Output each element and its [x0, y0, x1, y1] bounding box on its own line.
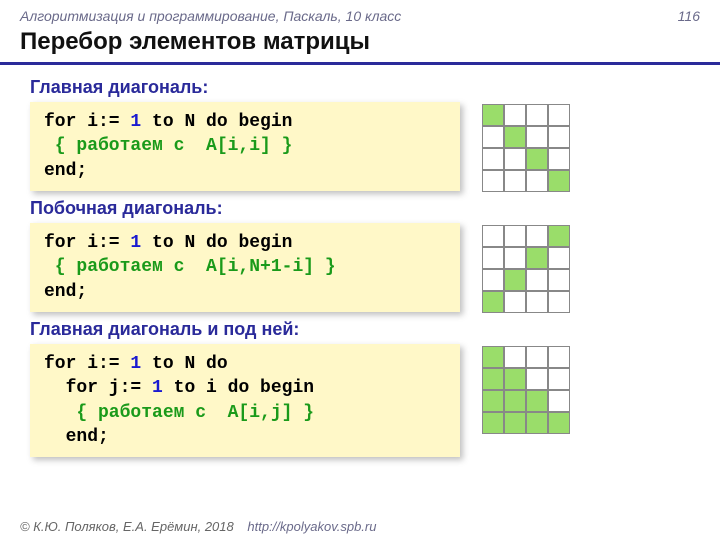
grid-cell [526, 126, 548, 148]
grid-cell [504, 291, 526, 313]
grid-cell [504, 126, 526, 148]
section-label-anti-diag: Побочная диагональ: [30, 198, 690, 219]
grid-cell [548, 269, 570, 291]
section-anti-diag: for i:= 1 to N do begin { работаем с A[i… [30, 223, 690, 313]
grid-lower-tri [482, 346, 570, 434]
grid-cell [482, 269, 504, 291]
grid-cell [548, 346, 570, 368]
grid-cell [504, 148, 526, 170]
grid-cell [548, 126, 570, 148]
grid-cell [482, 126, 504, 148]
grid-cell [526, 247, 548, 269]
grid-cell [526, 346, 548, 368]
page-number: 116 [678, 8, 700, 24]
grid-cell [504, 368, 526, 390]
grid-cell [482, 104, 504, 126]
grid-cell [526, 390, 548, 412]
grid-cell [526, 412, 548, 434]
grid-cell [548, 104, 570, 126]
copyright: © К.Ю. Поляков, Е.А. Ерёмин, 2018 [20, 519, 234, 534]
grid-anti-diag [482, 225, 570, 313]
section-label-main-diag: Главная диагональ: [30, 77, 690, 98]
footer: © К.Ю. Поляков, Е.А. Ерёмин, 2018 http:/… [20, 519, 376, 534]
grid-cell [548, 291, 570, 313]
grid-cell [526, 269, 548, 291]
course-name: Алгоритмизация и программирование, Паска… [20, 8, 401, 24]
grid-cell [526, 148, 548, 170]
grid-cell [526, 368, 548, 390]
grid-cell [504, 170, 526, 192]
grid-cell [482, 346, 504, 368]
grid-cell [482, 170, 504, 192]
grid-cell [482, 390, 504, 412]
slide-header: Алгоритмизация и программирование, Паска… [0, 0, 720, 24]
grid-cell [526, 225, 548, 247]
grid-cell [548, 412, 570, 434]
grid-cell [548, 390, 570, 412]
code-lower-tri: for i:= 1 to N do for j:= 1 to i do begi… [30, 344, 460, 457]
grid-cell [504, 247, 526, 269]
grid-cell [548, 170, 570, 192]
section-label-lower-tri: Главная диагональ и под ней: [30, 319, 690, 340]
grid-cell [548, 368, 570, 390]
section-main-diag: for i:= 1 to N do begin { работаем с A[i… [30, 102, 690, 192]
grid-cell [504, 104, 526, 126]
page-title: Перебор элементов матрицы [0, 24, 720, 65]
grid-cell [482, 225, 504, 247]
grid-cell [482, 148, 504, 170]
section-lower-tri: for i:= 1 to N do for j:= 1 to i do begi… [30, 344, 690, 457]
grid-cell [504, 269, 526, 291]
grid-cell [504, 390, 526, 412]
grid-cell [526, 104, 548, 126]
grid-cell [482, 291, 504, 313]
code-main-diag: for i:= 1 to N do begin { работаем с A[i… [30, 102, 460, 191]
code-anti-diag: for i:= 1 to N do begin { работаем с A[i… [30, 223, 460, 312]
grid-cell [504, 412, 526, 434]
grid-cell [526, 170, 548, 192]
content: Главная диагональ: for i:= 1 to N do beg… [0, 65, 720, 457]
footer-link: http://kpolyakov.spb.ru [247, 519, 376, 534]
grid-cell [526, 291, 548, 313]
grid-cell [548, 247, 570, 269]
grid-cell [482, 412, 504, 434]
grid-cell [504, 346, 526, 368]
grid-main-diag [482, 104, 570, 192]
grid-cell [548, 148, 570, 170]
grid-cell [482, 247, 504, 269]
grid-cell [548, 225, 570, 247]
grid-cell [504, 225, 526, 247]
grid-cell [482, 368, 504, 390]
